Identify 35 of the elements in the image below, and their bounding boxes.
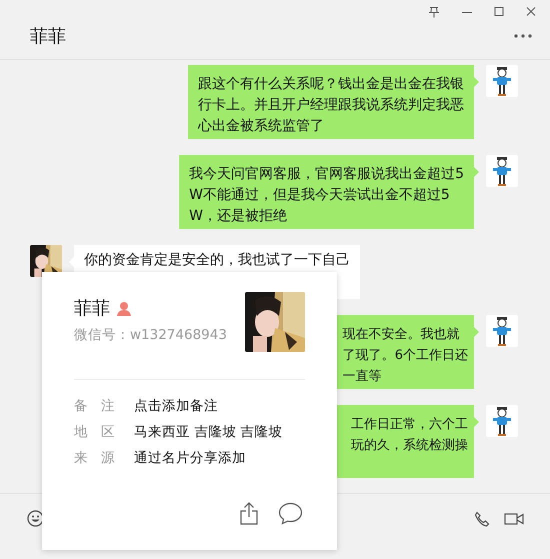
message-line: 玩的久，系统检测操 bbox=[351, 437, 468, 455]
message-line: W，还是被拒绝 bbox=[189, 207, 288, 226]
close-icon[interactable] bbox=[526, 6, 536, 18]
phone-icon[interactable] bbox=[474, 510, 490, 526]
share-icon[interactable] bbox=[240, 502, 258, 525]
field-label: 地区 bbox=[74, 423, 129, 442]
emoji-icon[interactable] bbox=[27, 510, 44, 527]
message-line: 现在不安全。我也就 bbox=[342, 326, 461, 344]
message-line: 行卡上。并且开户经理跟我说系统判定我恶 bbox=[198, 96, 464, 115]
message-line: 了现了。6个工作日还 bbox=[342, 347, 468, 365]
field-value: 点击添加备注 bbox=[134, 397, 219, 416]
chat-title: 菲菲 bbox=[30, 25, 66, 48]
message-line: W不能通过，但是我今天尝试出金不超过5 bbox=[189, 186, 451, 205]
video-call-icon[interactable] bbox=[504, 512, 524, 526]
message-line: 心出金被系统监管了 bbox=[198, 117, 325, 136]
field-label: 备注 bbox=[74, 397, 129, 416]
avatar-icon[interactable] bbox=[486, 65, 518, 97]
avatar-icon[interactable] bbox=[486, 155, 518, 187]
field-value: 通过名片分享添加 bbox=[134, 449, 247, 468]
message-line: 跟这个有什么关系呢？钱出金是出金在我银 bbox=[198, 75, 464, 94]
contact-name: 菲菲 bbox=[74, 297, 110, 320]
maximize-icon[interactable] bbox=[494, 6, 504, 18]
avatar-icon[interactable] bbox=[486, 315, 518, 347]
message-line: 工作日正常，六个工 bbox=[351, 416, 468, 434]
avatar-icon[interactable] bbox=[486, 405, 518, 437]
message-line: 你的资金肯定是安全的，我也试了一下自己 bbox=[84, 251, 350, 270]
message-line: 我今天问官网客服，官网客服说我出金超过5 bbox=[189, 165, 464, 184]
message-icon[interactable] bbox=[278, 502, 303, 525]
field-label: 来源 bbox=[74, 449, 129, 468]
pin-icon[interactable] bbox=[428, 6, 440, 18]
wechat-id: 微信号：w1327468943 bbox=[74, 326, 227, 344]
field-value: 马来西亚 吉隆坡 吉隆坡 bbox=[134, 423, 284, 442]
more-icon[interactable] bbox=[514, 34, 532, 38]
gender-icon bbox=[117, 300, 131, 316]
message-line: 一直等 bbox=[342, 368, 383, 386]
